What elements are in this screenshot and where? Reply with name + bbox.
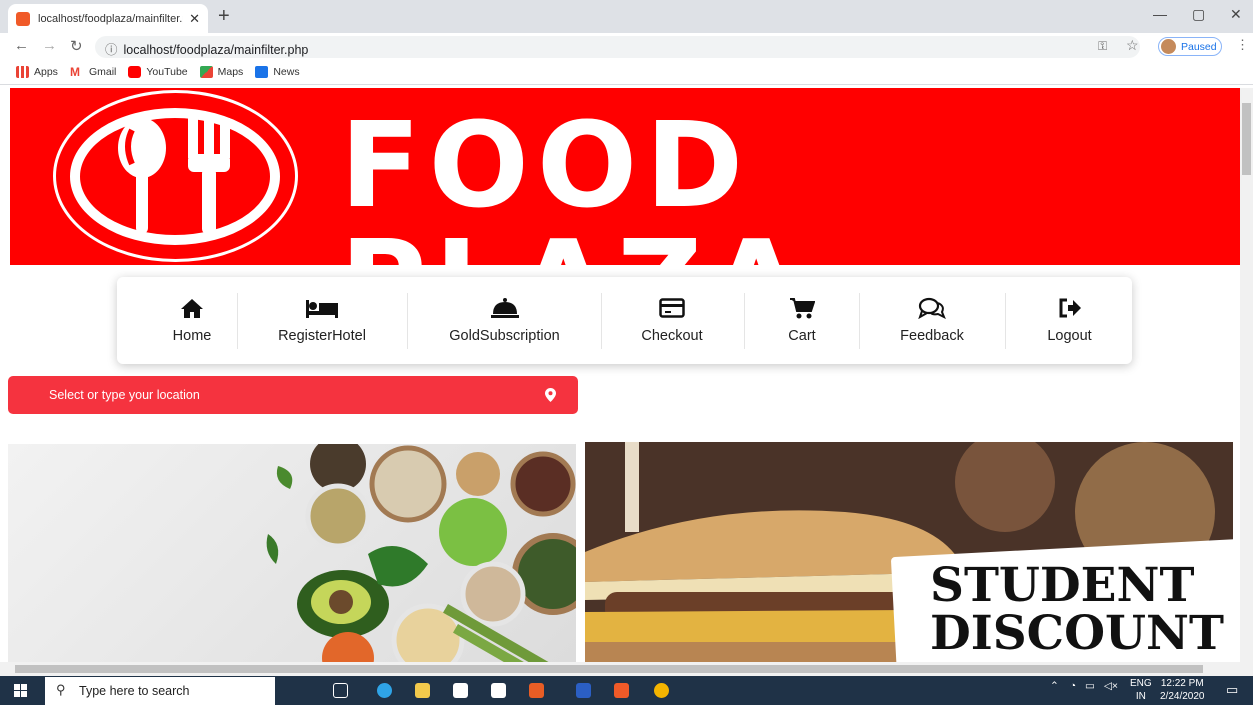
main-navigation: Home RegisterHotel GoldSubscription Chec… [117,277,1132,364]
nav-label: GoldSubscription [449,328,560,344]
spoon-fork-icon [118,118,230,234]
nav-label: Checkout [641,328,703,344]
xampp-favicon-icon [16,11,30,26]
nav-label: RegisterHotel [278,328,366,344]
location-placeholder: Select or type your location [49,388,200,402]
address-bar-row: ← → ↻ ⓘ localhost/foodplaza/mainfilter.ph… [0,33,1253,60]
windows-start-icon[interactable] [14,684,28,698]
file-explorer-icon[interactable] [415,683,430,698]
student-text-line2: DISCOUNT [930,606,1224,661]
bed-icon [306,300,338,318]
food-bowls-illustration [266,444,576,662]
news-icon [255,66,269,78]
vertical-scrollbar-thumb[interactable] [1242,103,1251,175]
nav-divider [407,293,408,349]
credit-card-icon [659,298,685,318]
nav-item-cart[interactable]: Cart [757,277,847,364]
bookmark-maps[interactable]: Maps [199,66,243,78]
time: 12:22 PM [1160,678,1204,689]
nav-item-feedback[interactable]: Feedback [882,277,982,364]
bookmark-apps[interactable]: Apps [16,66,58,78]
search-placeholder: Type here to search [79,684,190,698]
battery-icon[interactable]: ▭ [1085,680,1095,692]
url-text: localhost/foodplaza/mainfilter.php [123,43,309,57]
comments-icon [918,297,946,319]
nav-item-gold-subscription[interactable]: GoldSubscription [427,277,582,364]
avatar [1161,39,1176,54]
close-tab-icon[interactable]: ✕ [189,11,200,27]
location-search-input[interactable]: Select or type your location [8,376,578,414]
bookmarks-bar: Apps M Gmail YouTube Maps News [0,60,1253,85]
forward-icon[interactable]: → [42,37,57,54]
nav-item-logout[interactable]: Logout [1022,277,1117,364]
network-icon[interactable]: ◔ [1070,680,1076,692]
bookmark-gmail[interactable]: M Gmail [69,66,116,78]
nav-item-checkout[interactable]: Checkout [622,277,722,364]
clock[interactable]: 12:22 PM 2/24/2020 [1160,677,1205,703]
browser-tab[interactable]: localhost/foodplaza/mainfilter.pl ✕ [8,4,208,33]
maximize-icon[interactable]: ▢ [1192,6,1205,23]
nav-label: Home [172,328,212,344]
close-window-icon[interactable]: ✕ [1230,6,1242,23]
mail-icon[interactable] [491,683,506,698]
sign-out-icon [1059,298,1081,318]
nav-label: Logout [1047,328,1092,344]
bookmark-youtube[interactable]: YouTube [128,66,188,78]
service-bell-icon [490,298,519,318]
windows-taskbar: ⚲ Type here to search ⌃ ◔ ▭ ◁× ENG IN 12… [0,676,1253,705]
nav-item-home[interactable]: Home [147,277,237,364]
profile-status: Paused [1181,40,1217,53]
info-icon[interactable]: ⓘ [105,43,118,57]
chevron-up-icon[interactable]: ⌃ [1050,680,1059,692]
notification-icon[interactable]: ▭ [1226,682,1238,698]
nav-divider [744,293,745,349]
nav-item-register-hotel[interactable]: RegisterHotel [257,277,387,364]
tab-title: localhost/foodplaza/mainfilter.pl [38,12,184,25]
date: 2/24/2020 [1160,691,1205,702]
word-icon[interactable] [576,683,591,698]
nav-divider [1005,293,1006,349]
maps-icon [199,66,213,78]
system-tray[interactable]: ⌃ ◔ ▭ ◁× [1050,680,1118,692]
map-marker-icon[interactable] [545,388,556,402]
new-tab-icon[interactable]: + [218,5,230,28]
store-icon[interactable] [453,683,468,698]
nav-divider [237,293,238,349]
healthy-food-promo-image[interactable] [8,444,576,662]
back-icon[interactable]: ← [14,37,29,54]
menu-icon[interactable]: ⋮ [1236,37,1249,53]
apps-grid-icon [16,66,29,78]
student-discount-text: STUDENT DISCOUNT [930,562,1224,658]
task-view-icon[interactable] [333,683,348,698]
student-text-line1: STUDENT [930,558,1195,613]
xampp-icon[interactable] [614,683,629,698]
profile-button[interactable]: Paused [1158,37,1222,56]
language-indicator[interactable]: ENG IN [1130,677,1152,703]
minimize-icon[interactable]: — [1153,6,1167,22]
star-icon[interactable]: ☆ [1126,37,1139,54]
chrome-icon[interactable] [654,683,669,698]
hero-banner: FOOD PLAZA [10,88,1242,265]
taskbar-search-input[interactable]: ⚲ Type here to search [45,677,275,705]
nav-label: Feedback [900,328,964,344]
bookmark-news[interactable]: News [255,66,300,78]
search-icon: ⚲ [56,682,66,697]
browser-tab-strip: localhost/foodplaza/mainfilter.pl ✕ + — … [0,0,1253,33]
home-icon [181,299,203,318]
gmail-icon: M [69,66,84,78]
horizontal-scrollbar-thumb[interactable] [15,665,1203,673]
cart-icon [790,298,815,319]
office-icon[interactable] [529,683,544,698]
reload-icon[interactable]: ↻ [70,37,83,55]
volume-icon[interactable]: ◁× [1104,680,1118,692]
brand-title: FOOD PLAZA [340,96,802,265]
nav-label: Cart [788,328,816,344]
nav-divider [859,293,860,349]
edge-icon[interactable] [377,683,392,698]
url-input[interactable]: ⓘ localhost/foodplaza/mainfilter.php [95,36,1140,58]
youtube-icon [128,66,142,78]
nav-divider [601,293,602,349]
key-icon[interactable]: ⚿ [1098,39,1107,54]
